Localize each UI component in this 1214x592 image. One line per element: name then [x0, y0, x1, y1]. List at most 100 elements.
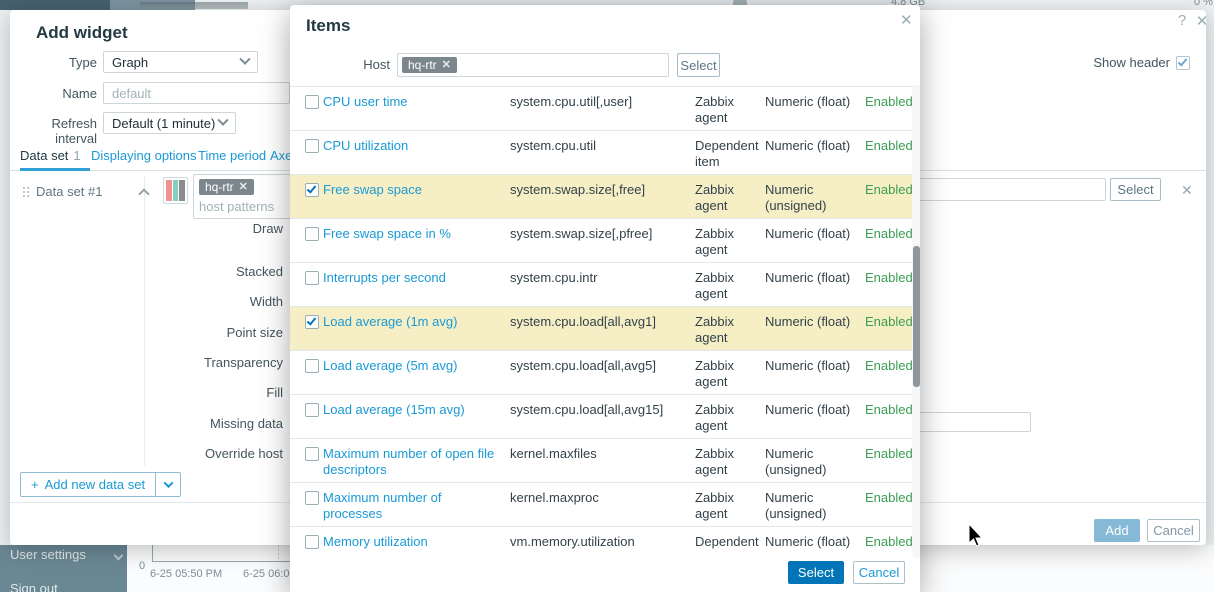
name-label: Name: [62, 86, 97, 101]
remove-dataset-icon[interactable]: ✕: [1181, 182, 1193, 199]
item-name-link[interactable]: Load average (15m avg): [323, 402, 510, 418]
item-name-link[interactable]: CPU user time: [323, 94, 510, 110]
row-checkbox[interactable]: [305, 315, 319, 329]
status-badge: Enabled: [865, 226, 913, 241]
item-name-link[interactable]: Memory utilization: [323, 534, 510, 550]
add-new-data-set-button[interactable]: + Add new data set: [20, 472, 182, 497]
remove-icon[interactable]: ✕: [442, 59, 451, 71]
dialog-title: Add widget: [36, 23, 128, 42]
close-icon[interactable]: ✕: [1194, 12, 1210, 30]
item-name-link[interactable]: Free swap space: [323, 182, 510, 198]
field-label-missing-data: Missing data: [210, 416, 283, 431]
type-select[interactable]: Graph: [103, 51, 258, 73]
item-name-link[interactable]: Interrupts per second: [323, 270, 510, 286]
item-key: system.cpu.util: [510, 138, 596, 153]
scrollbar-thumb[interactable]: [913, 246, 920, 387]
row-checkbox[interactable]: [305, 535, 319, 549]
item-type: Zabbix agent: [695, 270, 735, 301]
name-input[interactable]: default: [103, 82, 290, 104]
row-checkbox[interactable]: [305, 95, 319, 109]
host-chip[interactable]: hq-rtr ✕: [402, 57, 457, 73]
item-select-button[interactable]: Select: [1110, 178, 1161, 201]
host-chip[interactable]: hq-rtr ✕: [199, 179, 254, 195]
field-label-transparency: Transparency: [204, 355, 283, 370]
add-button[interactable]: Add: [1094, 519, 1140, 542]
refresh-interval-select[interactable]: Default (1 minute): [103, 112, 236, 134]
item-name-link[interactable]: Free swap space in %: [323, 226, 510, 242]
host-chip-label: hq-rtr: [408, 58, 437, 72]
sidebar-active-item: [0, 0, 110, 10]
field-label-point-size: Point size: [226, 325, 283, 340]
tab-data-set[interactable]: Data set 1: [20, 148, 81, 163]
status-badge: Enabled: [865, 138, 913, 153]
item-name-link[interactable]: Load average (1m avg): [323, 314, 510, 330]
item-value-type: Numeric (unsigned): [765, 490, 827, 521]
item-value-type: Numeric (unsigned): [765, 446, 827, 477]
color-picker[interactable]: [163, 177, 188, 204]
row-checkbox[interactable]: [305, 359, 319, 373]
check-icon: [306, 183, 317, 194]
tab-displaying-options[interactable]: Displaying options: [91, 148, 197, 163]
item-key: kernel.maxfiles: [510, 446, 597, 461]
field-label-width: Width: [249, 294, 283, 309]
item-value-type: Numeric (float): [765, 270, 851, 285]
add-data-set-menu-button[interactable]: [156, 473, 180, 496]
row-checkbox[interactable]: [305, 403, 319, 417]
item-value-type: Numeric (float): [765, 314, 851, 329]
row-checkbox[interactable]: [305, 183, 319, 197]
item-type: Zabbix agent: [695, 182, 735, 213]
item-name-link[interactable]: CPU utilization: [323, 138, 510, 154]
remove-icon[interactable]: ✕: [239, 181, 248, 193]
mouse-cursor: [968, 524, 984, 547]
plus-icon: +: [31, 477, 39, 492]
help-icon[interactable]: ?: [1174, 12, 1190, 29]
chevron-up-icon[interactable]: [138, 188, 150, 200]
chevron-down-icon: [163, 478, 174, 489]
dataset-header: Data set #1: [36, 184, 103, 199]
status-badge: Enabled: [865, 490, 913, 505]
item-value-type: Numeric (float): [765, 402, 851, 417]
swatch-color-2: [172, 180, 179, 201]
select-button[interactable]: Select: [788, 560, 844, 584]
item-type: Dependent item: [695, 138, 759, 169]
row-checkbox[interactable]: [305, 139, 319, 153]
item-name-link[interactable]: Load average (5m avg): [323, 358, 510, 374]
refresh-interval-value: Default (1 minute): [112, 115, 216, 131]
chart-y-zero-label: 0: [139, 560, 146, 572]
item-type: Zabbix agent: [695, 94, 735, 125]
swatch-color-3: [179, 180, 186, 201]
field-label-stacked: Stacked: [236, 264, 283, 279]
item-patterns-input[interactable]: [900, 178, 1106, 201]
type-label: Type: [68, 55, 97, 70]
item-name-link[interactable]: Maximum number of open file descriptors: [323, 446, 510, 478]
status-badge: Enabled: [865, 402, 913, 417]
status-badge: Enabled: [865, 534, 913, 549]
row-checkbox[interactable]: [305, 447, 319, 461]
drag-handle-icon[interactable]: [22, 186, 29, 199]
host-patterns-input[interactable]: hq-rtr ✕ host patterns: [193, 174, 300, 219]
item-key: system.cpu.util[,user]: [510, 94, 633, 109]
row-checkbox[interactable]: [305, 271, 319, 285]
table-row: Maximum number of processes kernel.maxpr…: [290, 483, 913, 527]
item-name-link[interactable]: Maximum number of processes: [323, 490, 510, 522]
row-checkbox[interactable]: [305, 227, 319, 241]
sidebar-item-user-settings[interactable]: User settings: [10, 547, 124, 562]
table-row: CPU utilization system.cpu.util Dependen…: [290, 131, 913, 175]
status-badge: Enabled: [865, 94, 913, 109]
row-checkbox[interactable]: [305, 491, 319, 505]
sidebar-item-sign-out[interactable]: Sign out: [10, 581, 58, 592]
scrollbar[interactable]: [912, 85, 920, 557]
close-icon[interactable]: ✕: [900, 11, 913, 29]
swatch-color-1: [166, 180, 172, 201]
item-type: Zabbix agent: [695, 314, 735, 345]
item-value-type: Numeric (float): [765, 534, 851, 549]
cancel-button[interactable]: Cancel: [1147, 519, 1200, 542]
show-header-checkbox[interactable]: [1176, 55, 1190, 70]
tab-time-period[interactable]: Time period: [198, 148, 266, 163]
type-value: Graph: [112, 54, 149, 70]
table-row: Load average (15m avg) system.cpu.load[a…: [290, 395, 913, 439]
status-badge: Enabled: [865, 182, 913, 197]
host-multiselect[interactable]: hq-rtr ✕: [397, 53, 669, 77]
host-select-button[interactable]: Select: [677, 53, 720, 77]
cancel-button[interactable]: Cancel: [853, 560, 905, 584]
